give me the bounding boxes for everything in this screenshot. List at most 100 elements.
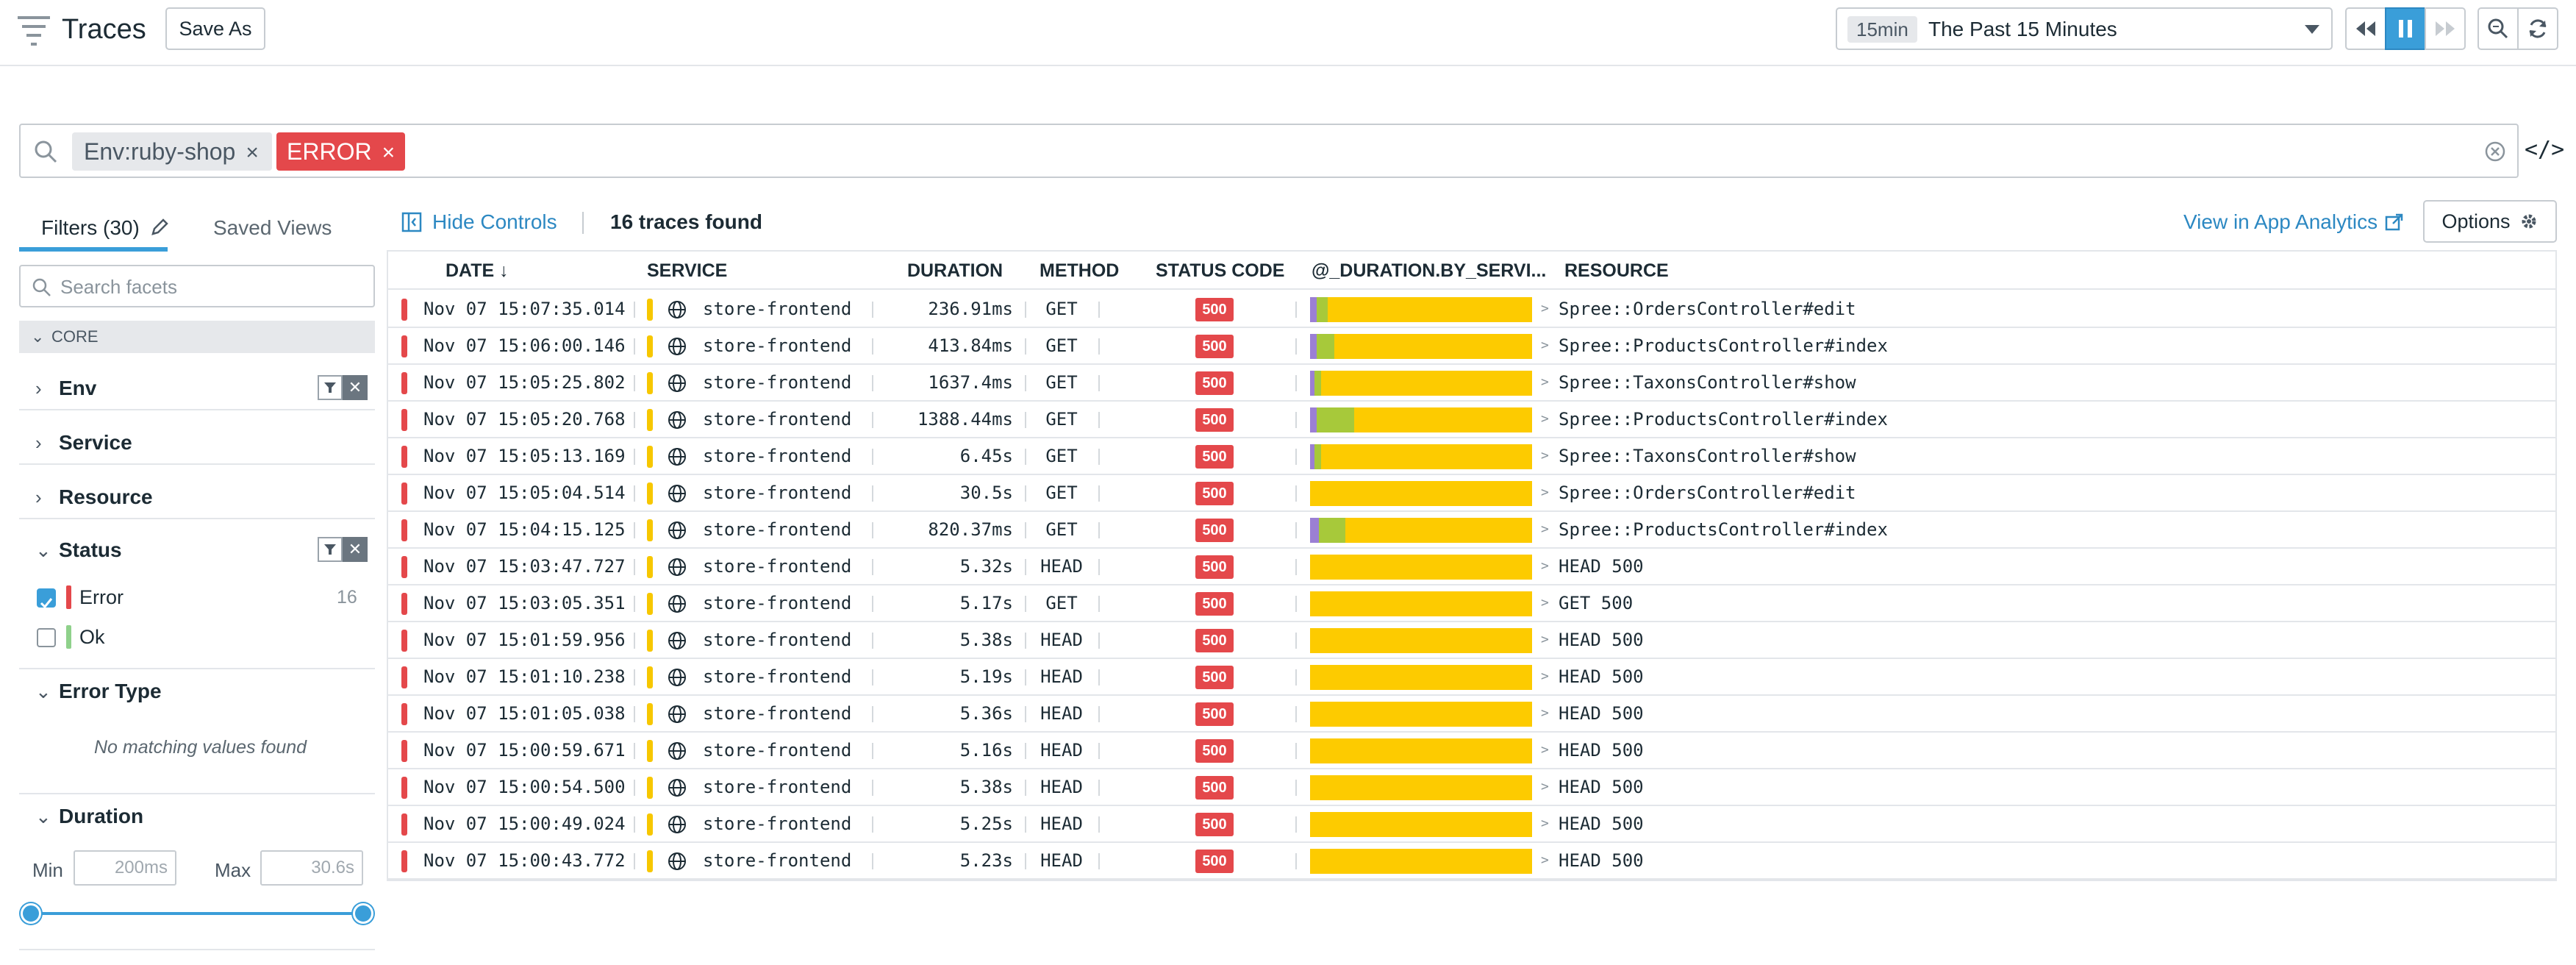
search-icon — [32, 278, 51, 296]
globe-icon — [668, 742, 686, 760]
refresh-button[interactable] — [2517, 7, 2558, 50]
column-header-duration-by-service[interactable]: @_DURATION.BY_SERVI... — [1312, 252, 1546, 290]
divider — [634, 816, 635, 833]
facet-duration[interactable]: ⌄ Duration — [19, 793, 375, 837]
query-chip-error[interactable]: ERROR × — [276, 132, 406, 171]
table-row[interactable]: Nov 07 15:04:15.125 store-frontend 820.37m… — [388, 512, 2555, 549]
facet-env[interactable]: › Env ✕ — [19, 366, 375, 410]
divider — [1098, 596, 1100, 612]
divider — [1098, 412, 1100, 428]
query-search-bar[interactable]: Env:ruby-shop × ERROR × — [19, 124, 2519, 178]
options-button[interactable]: Options — [2423, 200, 2557, 243]
globe-icon — [668, 558, 686, 576]
cell-resource: Spree::OrdersController#edit — [1559, 299, 1856, 319]
duration-slider-min-handle[interactable] — [21, 903, 41, 924]
clear-facet-icon[interactable]: ✕ — [343, 375, 368, 400]
clear-search-icon[interactable] — [2483, 140, 2507, 163]
table-row[interactable]: Nov 07 15:01:10.238 store-frontend 5.19s HE… — [388, 659, 2555, 696]
tab-filters[interactable]: Filters (30) — [41, 213, 169, 243]
table-row[interactable]: Nov 07 15:01:59.956 store-frontend 5.38s HE… — [388, 622, 2555, 659]
close-icon[interactable]: × — [382, 140, 396, 165]
view-in-app-analytics-link[interactable]: View in App Analytics — [2183, 209, 2404, 235]
cell-date: Nov 07 15:00:49.024 — [423, 813, 626, 834]
divider — [634, 669, 635, 686]
table-row[interactable]: Nov 07 15:05:04.514 store-frontend 30.5s GE… — [388, 475, 2555, 512]
fast-forward-button[interactable] — [2425, 7, 2466, 50]
globe-icon — [668, 705, 686, 723]
divider — [1098, 338, 1100, 355]
table-row[interactable]: Nov 07 15:05:20.768 store-frontend 1388.44… — [388, 402, 2555, 438]
active-tab-indicator — [19, 247, 168, 252]
column-header-duration[interactable]: DURATION — [907, 252, 1003, 290]
cell-resource: Spree::OrdersController#edit — [1559, 482, 1856, 503]
chevron-right-icon: > — [1541, 558, 1549, 574]
cell-date: Nov 07 15:04:15.125 — [423, 519, 626, 540]
cell-method: GET — [1045, 335, 1078, 356]
cell-method: HEAD — [1040, 666, 1083, 687]
traces-menu-icon[interactable] — [16, 12, 53, 47]
tab-saved-views[interactable]: Saved Views — [213, 213, 332, 243]
duration-breakdown-bar — [1310, 849, 1532, 874]
close-icon[interactable]: × — [246, 140, 259, 165]
table-header: DATE ↓ SERVICE DURATION METHOD STATUS CO… — [388, 252, 2555, 290]
hide-controls-button[interactable]: Hide Controls — [401, 209, 557, 235]
pencil-icon[interactable] — [150, 218, 169, 237]
clear-facet-icon[interactable]: ✕ — [343, 537, 368, 562]
table-row[interactable]: Nov 07 15:01:05.038 store-frontend 5.36s HE… — [388, 696, 2555, 733]
table-row[interactable]: Nov 07 15:00:54.500 store-frontend 5.38s HE… — [388, 769, 2555, 806]
table-row[interactable]: Nov 07 15:05:25.802 store-frontend 1637.4m… — [388, 365, 2555, 402]
column-header-status-code[interactable]: STATUS CODE — [1156, 252, 1284, 290]
pause-button[interactable] — [2385, 7, 2426, 50]
facet-error-type[interactable]: ⌄ Error Type — [19, 668, 375, 712]
service-color-swatch — [647, 593, 653, 615]
column-header-service[interactable]: SERVICE — [647, 252, 727, 290]
table-row[interactable]: Nov 07 15:00:59.671 store-frontend 5.16s HE… — [388, 733, 2555, 769]
table-row[interactable]: Nov 07 15:00:49.024 store-frontend 5.25s HE… — [388, 806, 2555, 843]
duration-max-input[interactable]: 30.6s — [260, 850, 363, 886]
time-range-select[interactable]: 15min The Past 15 Minutes — [1836, 7, 2333, 50]
table-row[interactable]: Nov 07 15:00:43.772 store-frontend 5.23s HE… — [388, 843, 2555, 880]
chevron-right-icon: > — [1541, 338, 1549, 353]
duration-breakdown-bar — [1310, 702, 1532, 727]
divider — [1295, 706, 1297, 722]
checkbox-error[interactable] — [37, 588, 56, 609]
table-row[interactable]: Nov 07 15:03:05.351 store-frontend 5.17s GE… — [388, 585, 2555, 622]
cell-method: HEAD — [1040, 556, 1083, 577]
column-header-resource[interactable]: RESOURCE — [1564, 252, 1669, 290]
duration-breakdown-bar — [1310, 371, 1532, 396]
chevron-right-icon: > — [1541, 779, 1549, 794]
duration-min-input[interactable]: 200ms — [74, 850, 176, 886]
column-header-date[interactable]: DATE ↓ — [446, 252, 509, 290]
rewind-button[interactable] — [2345, 7, 2386, 50]
facet-search-input[interactable]: Search facets — [19, 265, 375, 307]
core-section-header[interactable]: ⌄ CORE — [19, 321, 375, 353]
code-view-toggle[interactable]: </> — [2525, 137, 2564, 163]
facet-status[interactable]: ⌄ Status ✕ — [19, 528, 375, 572]
query-chip-label: ERROR — [287, 138, 372, 165]
zoom-out-button[interactable] — [2477, 7, 2519, 50]
gear-icon — [2522, 214, 2536, 229]
filter-icon[interactable] — [318, 375, 343, 400]
facet-actions: ✕ — [318, 537, 368, 562]
duration-slider-max-handle[interactable] — [353, 903, 373, 924]
facet-resource[interactable]: › Resource — [19, 475, 375, 519]
table-row[interactable]: Nov 07 15:06:00.146 store-frontend 413.84m… — [388, 328, 2555, 365]
duration-segment — [1310, 738, 1532, 763]
checkbox-ok[interactable] — [37, 628, 56, 647]
globe-icon — [668, 448, 686, 466]
query-chip-env[interactable]: Env:ruby-shop × — [72, 132, 272, 171]
table-row[interactable]: Nov 07 15:05:13.169 store-frontend 6.45s GE… — [388, 438, 2555, 475]
table-row[interactable]: Nov 07 15:03:47.727 store-frontend 5.32s HE… — [388, 549, 2555, 585]
column-header-method[interactable]: METHOD — [1040, 252, 1119, 290]
cell-method: GET — [1045, 446, 1078, 466]
time-range-chip: 15min — [1847, 16, 1917, 43]
cell-date: Nov 07 15:07:35.014 — [423, 299, 626, 319]
duration-slider-track[interactable] — [29, 912, 363, 915]
cell-duration: 5.25s — [959, 813, 1013, 834]
divider — [1098, 302, 1100, 318]
filter-icon[interactable] — [318, 537, 343, 562]
facet-service[interactable]: › Service — [19, 421, 375, 465]
table-row[interactable]: Nov 07 15:07:35.014 store-frontend 236.91m… — [388, 291, 2555, 328]
divider — [634, 743, 635, 759]
save-as-button[interactable]: Save As — [165, 7, 265, 50]
